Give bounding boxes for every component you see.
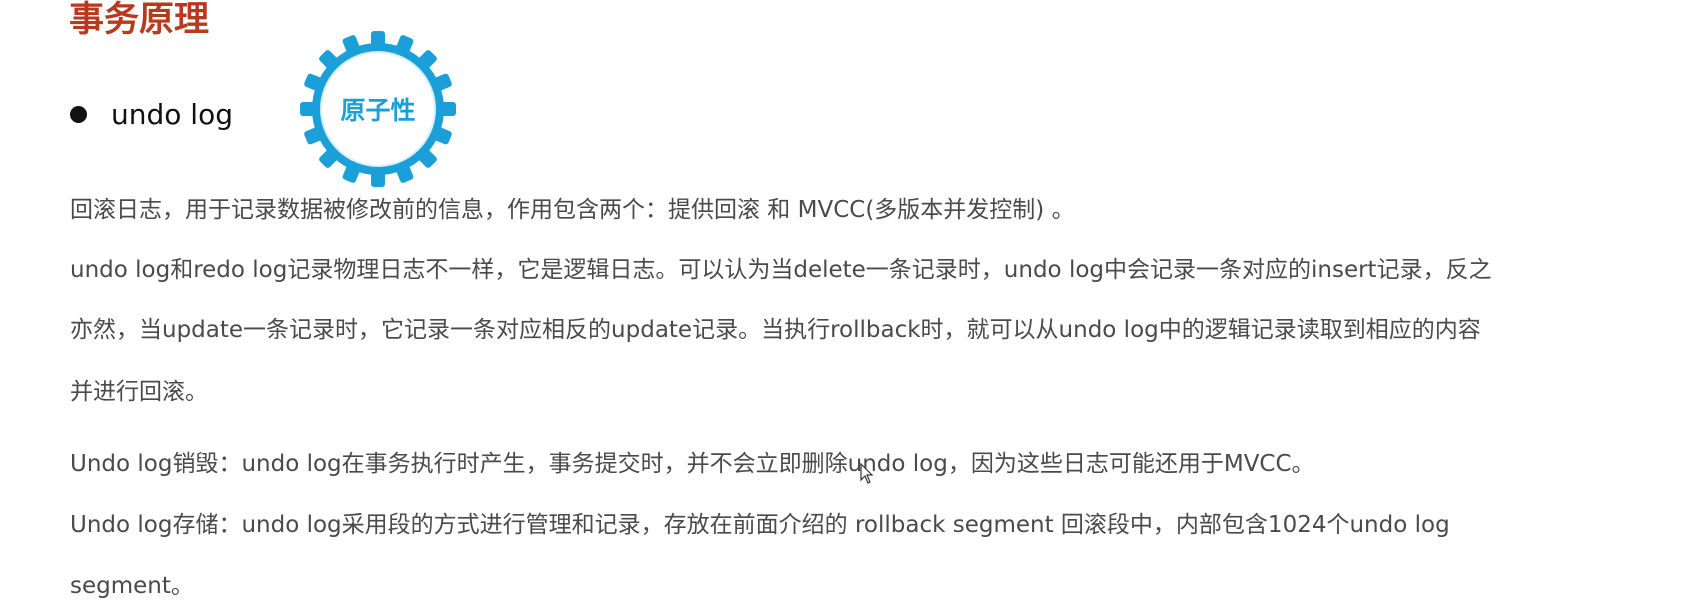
bullet-label: undo log <box>111 97 233 131</box>
paragraph-logical-log-line-1: undo log和redo log记录物理日志不一样，它是逻辑日志。可以认为当d… <box>70 257 1492 283</box>
paragraph-undo-log-destroy: Undo log销毁：undo log在事务执行时产生，事务提交时，并不会立即删… <box>70 451 1315 477</box>
paragraph-logical-log-line-2: 亦然，当update一条记录时，它记录一条对应相反的update记录。当执行ro… <box>70 317 1481 343</box>
paragraph-rollback-log: 回滚日志，用于记录数据被修改前的信息，作用包含两个：提供回滚 和 MVCC(多版… <box>70 197 1075 223</box>
paragraph-undo-log-storage-line-1: Undo log存储：undo log采用段的方式进行管理和记录，存放在前面介绍… <box>70 512 1450 538</box>
gear-label: 原子性 <box>340 96 416 125</box>
bullet-dot-icon <box>70 105 87 123</box>
paragraph-logical-log-line-3: 并进行回滚。 <box>70 379 208 405</box>
paragraph-undo-log-storage-line-2: segment。 <box>70 573 194 599</box>
mouse-cursor-icon <box>860 463 874 484</box>
bullet-item-undo-log: undo log <box>70 94 233 134</box>
atomicity-gear-badge: 原子性 <box>299 30 457 188</box>
page-title: 事务原理 <box>69 0 210 40</box>
